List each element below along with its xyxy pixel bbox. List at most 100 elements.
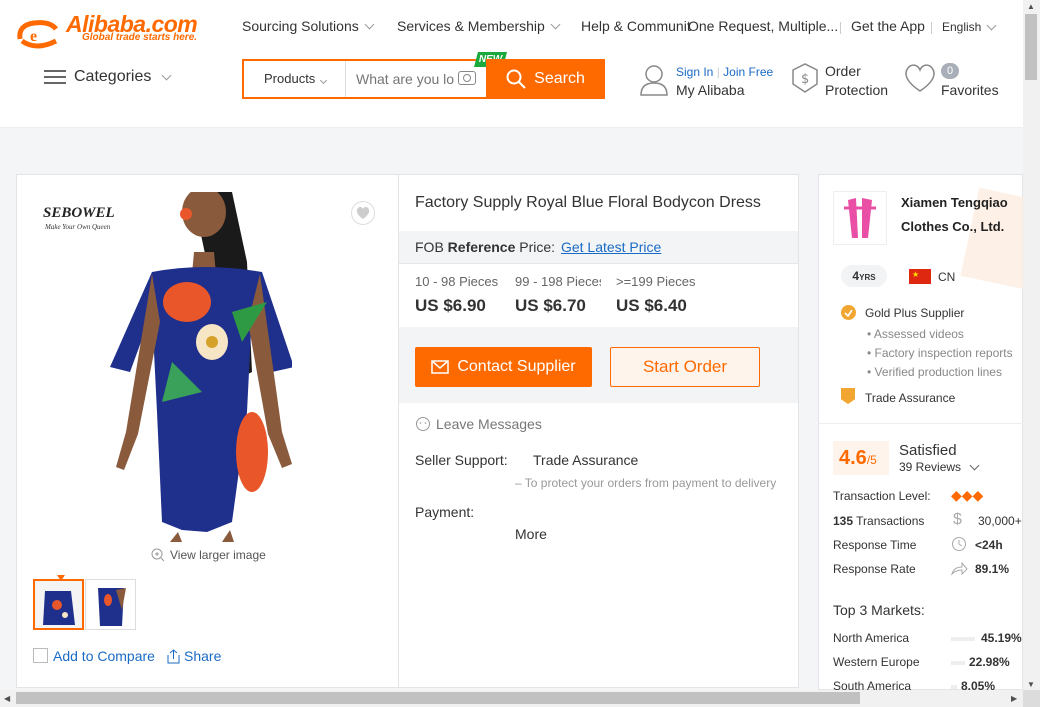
supplier-card: Xiamen Tengqiao Clothes Co., Ltd. 4YRS ★… [818, 174, 1040, 691]
site-header: e Alibaba.com Global trade starts here. … [0, 0, 1023, 128]
compare-checkbox[interactable] [33, 648, 48, 663]
top-markets-title: Top 3 Markets: [833, 602, 925, 618]
market-share-bar [951, 637, 975, 641]
product-gallery: SEBOWEL Make Your Own Queen View larger … [16, 174, 399, 688]
divider [931, 22, 932, 34]
sign-in-link[interactable]: Sign In [676, 65, 713, 79]
divider [819, 423, 1024, 424]
language-selector[interactable]: English [942, 20, 997, 34]
market-pct: 22.98% [969, 655, 1010, 669]
response-time-value: <24h [975, 538, 1003, 552]
dollar-icon: $ [953, 511, 962, 528]
market-share-bar [951, 685, 957, 689]
chevron-down-icon [161, 70, 172, 80]
search-button[interactable]: Search [486, 59, 605, 99]
favorite-heart-button[interactable] [351, 201, 375, 225]
contact-supplier-label: Contact Supplier [457, 358, 576, 375]
user-icon [639, 64, 669, 101]
contact-supplier-button[interactable]: Contact Supplier [415, 347, 592, 387]
rating-value: 4.6 [839, 447, 867, 469]
payment-label: Payment: [415, 504, 475, 520]
product-title: Factory Supply Royal Blue Floral Bodycon… [415, 194, 761, 211]
heart-icon[interactable] [903, 63, 937, 98]
supplier-name-line1[interactable]: Xiamen Tengqiao [901, 195, 1008, 210]
feature-item: • Factory inspection reports [867, 346, 1013, 360]
scroll-right-arrow-icon[interactable]: ▶ [1011, 694, 1017, 703]
start-order-button[interactable]: Start Order [610, 347, 760, 387]
tier-quantity: 99 - 198 Pieces [515, 274, 601, 289]
market-pct: 45.19% [981, 631, 1022, 645]
satisfaction-label: Satisfied [899, 442, 957, 459]
order-protection-line1[interactable]: Order [825, 63, 861, 79]
share-link[interactable]: Share [166, 648, 221, 664]
nav-one-request[interactable]: One Request, Multiple... [688, 18, 838, 34]
trade-assurance-label: Trade Assurance [533, 452, 639, 468]
reviews-link[interactable]: 39 Reviews [899, 460, 980, 474]
nav-services-membership[interactable]: Services & Membership [397, 18, 561, 34]
divider [840, 22, 841, 34]
view-larger-image[interactable]: View larger image [151, 548, 266, 562]
view-larger-label: View larger image [170, 548, 266, 562]
language-label: English [942, 20, 982, 34]
fob-prefix: FOB [415, 239, 444, 255]
product-main-image[interactable] [82, 187, 294, 542]
menu-icon [44, 70, 66, 84]
envelope-icon [431, 360, 450, 374]
chevron-down-icon [969, 460, 980, 470]
scroll-left-arrow-icon[interactable]: ◀ [4, 694, 10, 703]
diamond-rating-icons: ◆◆◆ [951, 487, 984, 503]
leave-messages-label: Leave Messages [436, 416, 542, 432]
chevron-down-icon [320, 76, 328, 85]
supplier-logo[interactable] [833, 191, 887, 245]
add-to-compare-link[interactable]: Add to Compare [53, 648, 155, 664]
nav-help-community[interactable]: Help & Community [581, 18, 691, 34]
share-icon [167, 648, 180, 663]
tier-quantity: >=199 Pieces [616, 274, 696, 289]
fob-reference: Reference [447, 239, 516, 255]
supplier-name-line2[interactable]: Clothes Co., Ltd. [901, 219, 1004, 234]
gold-plus-label[interactable]: Gold Plus Supplier [865, 306, 964, 320]
fob-suffix: Price: [519, 239, 556, 255]
trade-assurance-label[interactable]: Trade Assurance [865, 391, 955, 405]
chevron-down-icon [364, 19, 375, 29]
horizontal-scroll-thumb[interactable] [16, 692, 860, 704]
market-row: North America 45.19% [833, 631, 1023, 645]
nav-sourcing-solutions[interactable]: Sourcing Solutions [242, 18, 375, 34]
payment-more-link[interactable]: More [515, 526, 547, 542]
response-time-row: Response Time <24h [833, 537, 1023, 552]
search-input[interactable] [348, 61, 460, 97]
leave-messages-link[interactable]: Leave Messages [415, 416, 542, 432]
my-alibaba-link[interactable]: My Alibaba [676, 82, 744, 98]
get-latest-price-link[interactable]: Get Latest Price [561, 239, 661, 255]
market-name: Western Europe [833, 655, 920, 669]
reply-arrow-icon [950, 562, 968, 576]
flag-star: ★ [912, 270, 920, 279]
country-code: CN [938, 270, 956, 284]
thumbnail-2[interactable] [85, 579, 136, 630]
scroll-up-arrow-icon[interactable]: ▲ [1027, 2, 1035, 11]
nav-label: Get the App [851, 18, 925, 34]
logo-tagline: Global trade starts here. [82, 32, 198, 43]
join-free-link[interactable]: Join Free [723, 65, 773, 79]
china-flag-icon: ★ [909, 269, 931, 284]
vertical-scroll-thumb[interactable] [1025, 14, 1037, 80]
scroll-down-arrow-icon[interactable]: ▼ [1027, 680, 1035, 689]
camera-icon[interactable] [458, 71, 476, 85]
thumbnail-1[interactable] [33, 579, 84, 630]
order-protection-line2[interactable]: Protection [825, 82, 888, 98]
favorites-label[interactable]: Favorites [941, 82, 999, 98]
market-share-bar [951, 661, 965, 665]
feature-label: Verified production lines [874, 365, 1002, 379]
vertical-scrollbar[interactable] [1023, 0, 1040, 690]
seller-support-label: Seller Support: [415, 452, 508, 468]
categories-label: Categories [74, 68, 152, 85]
nav-label: Help & Community [581, 18, 691, 34]
search-category-select[interactable]: Products [244, 61, 346, 97]
share-label: Share [184, 648, 222, 664]
nav-get-app[interactable]: Get the App [851, 18, 925, 34]
categories-menu[interactable]: Categories [44, 68, 172, 86]
clock-icon [952, 537, 966, 551]
rating-max: /5 [866, 453, 877, 467]
alibaba-logo[interactable]: e Alibaba.com Global trade starts here. [16, 11, 211, 51]
search-button-label: Search [534, 70, 585, 87]
